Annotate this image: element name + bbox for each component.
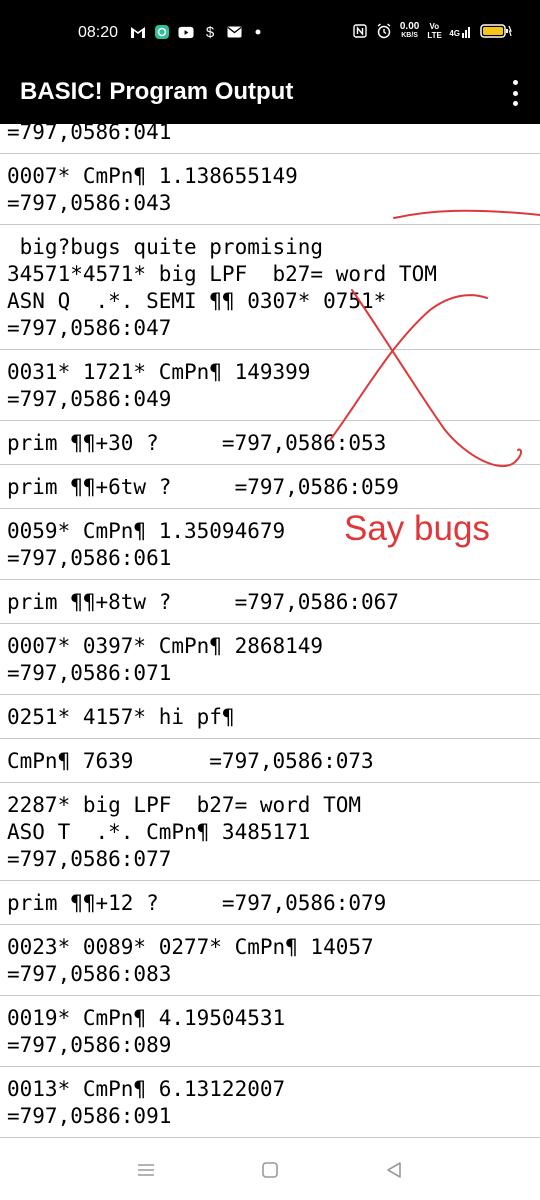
network-speed-icon: 0.00 KB/S	[400, 22, 419, 40]
notification-icons: $	[130, 23, 266, 41]
output-line: prim ¶¶+8tw ? =797,0586:067	[7, 590, 399, 614]
output-line: =797,0586:089	[7, 1033, 172, 1057]
network-speed-unit: KB/S	[401, 32, 418, 39]
output-row: 2287* big LPF b27= word TOM ASO T .*. CmP…	[0, 783, 540, 881]
output-line: =797,0586:049	[7, 387, 172, 411]
output-row: 0251* 4157* hi pf¶	[0, 695, 540, 739]
output-line: =797,0586:071	[7, 661, 172, 685]
output-line: 2287* big LPF b27= word TOM	[7, 793, 362, 817]
youtube-icon	[178, 24, 194, 40]
app-title: BASIC! Program Output	[20, 78, 294, 105]
network-speed-value: 0.00	[399, 21, 420, 32]
output-line: prim ¶¶+6tw ? =797,0586:059	[7, 475, 399, 499]
output-line: =797,0586:041	[7, 124, 172, 144]
menu-icon[interactable]	[134, 1158, 158, 1182]
output-list: =797,0586:041 0007* CmPn¶ 1.138655149 =797…	[0, 124, 540, 1138]
output-line: big?bugs quite promising	[7, 235, 324, 259]
output-line: =797,0586:043	[7, 191, 172, 215]
output-line: =797,0586:061	[7, 546, 172, 570]
output-row: 0007* 0397* CmPn¶ 2868149 =797,0586:071	[0, 624, 540, 695]
output-line: 0013* CmPn¶ 6.13122007	[7, 1077, 286, 1101]
status-time: 08:20	[78, 24, 119, 41]
output-line: =797,0586:047	[7, 316, 172, 340]
output-row: 0031* 1721* CmPn¶ 149399 =797,0586:049	[0, 350, 540, 421]
output-line: =797,0586:083	[7, 962, 172, 986]
output-row: prim ¶¶+6tw ? =797,0586:059	[0, 465, 540, 509]
app-bar: BASIC! Program Output	[0, 64, 540, 124]
output-row: 0013* CmPn¶ 6.13122007 =797,0586:091	[0, 1067, 540, 1138]
output-line: prim ¶¶+30 ? =797,0586:053	[7, 431, 387, 455]
output-row: prim ¶¶+8tw ? =797,0586:067	[0, 580, 540, 624]
output-line: 0019* CmPn¶ 4.19504531	[7, 1006, 286, 1030]
output-line: ASO T .*. CmPn¶ 3485171	[7, 820, 311, 844]
home-icon[interactable]	[258, 1158, 282, 1182]
alarm-icon	[376, 23, 392, 39]
system-icons: 0.00 KB/S Vo LTE 4G	[352, 22, 512, 40]
dollar-icon: $	[205, 23, 215, 41]
navigation-bar	[0, 1140, 540, 1200]
output-line: 0007* 0397* CmPn¶ 2868149	[7, 634, 324, 658]
output-line: prim ¶¶+12 ? =797,0586:079	[7, 891, 387, 915]
output-row: 0007* CmPn¶ 1.138655149 =797,0586:043	[0, 154, 540, 225]
battery-icon	[480, 23, 512, 39]
output-line: 0251* 4157* hi pf¶	[7, 705, 235, 729]
nfc-icon	[352, 23, 368, 39]
output-row: 0019* CmPn¶ 4.19504531 =797,0586:089	[0, 996, 540, 1067]
output-line: 0031* 1721* CmPn¶ 149399	[7, 360, 311, 384]
dot-icon	[250, 24, 266, 40]
annotation-say-bugs: Say bugs	[344, 509, 490, 548]
gmail-icon	[130, 24, 146, 40]
output-line: 34571*4571* big LPF b27= word TOM	[7, 262, 437, 286]
output-row: prim ¶¶+12 ? =797,0586:079	[0, 881, 540, 925]
output-row: =797,0586:041	[0, 124, 540, 154]
signal-type-label: 4G	[449, 29, 460, 38]
output-line: ASN Q .*. SEMI ¶¶ 0307* 0751*	[7, 289, 387, 313]
volte-icon: Vo LTE	[427, 22, 442, 40]
output-row: prim ¶¶+30 ? =797,0586:053	[0, 421, 540, 465]
status-bar: 08:20 $ 0.00 KB/S Vo LTE 4G	[0, 0, 540, 64]
mail-icon	[226, 24, 242, 40]
output-row: big?bugs quite promising 34571*4571* big …	[0, 225, 540, 350]
output-line: CmPn¶ 7639 =797,0586:073	[7, 749, 374, 773]
output-line: 0007* CmPn¶ 1.138655149	[7, 164, 298, 188]
output-line: 0023* 0089* 0277* CmPn¶ 14057	[7, 935, 374, 959]
output-line: =797,0586:091	[7, 1104, 172, 1128]
program-output[interactable]: =797,0586:041 0007* CmPn¶ 1.138655149 =797…	[0, 124, 540, 1140]
output-row: 0023* 0089* 0277* CmPn¶ 14057 =797,0586:0…	[0, 925, 540, 996]
output-row: CmPn¶ 7639 =797,0586:073	[0, 739, 540, 783]
app-icon	[154, 24, 170, 40]
more-vert-icon[interactable]	[510, 80, 520, 106]
output-line: =797,0586:077	[7, 847, 172, 871]
signal-4g-icon: 4G	[449, 24, 472, 38]
back-icon[interactable]	[382, 1158, 406, 1182]
